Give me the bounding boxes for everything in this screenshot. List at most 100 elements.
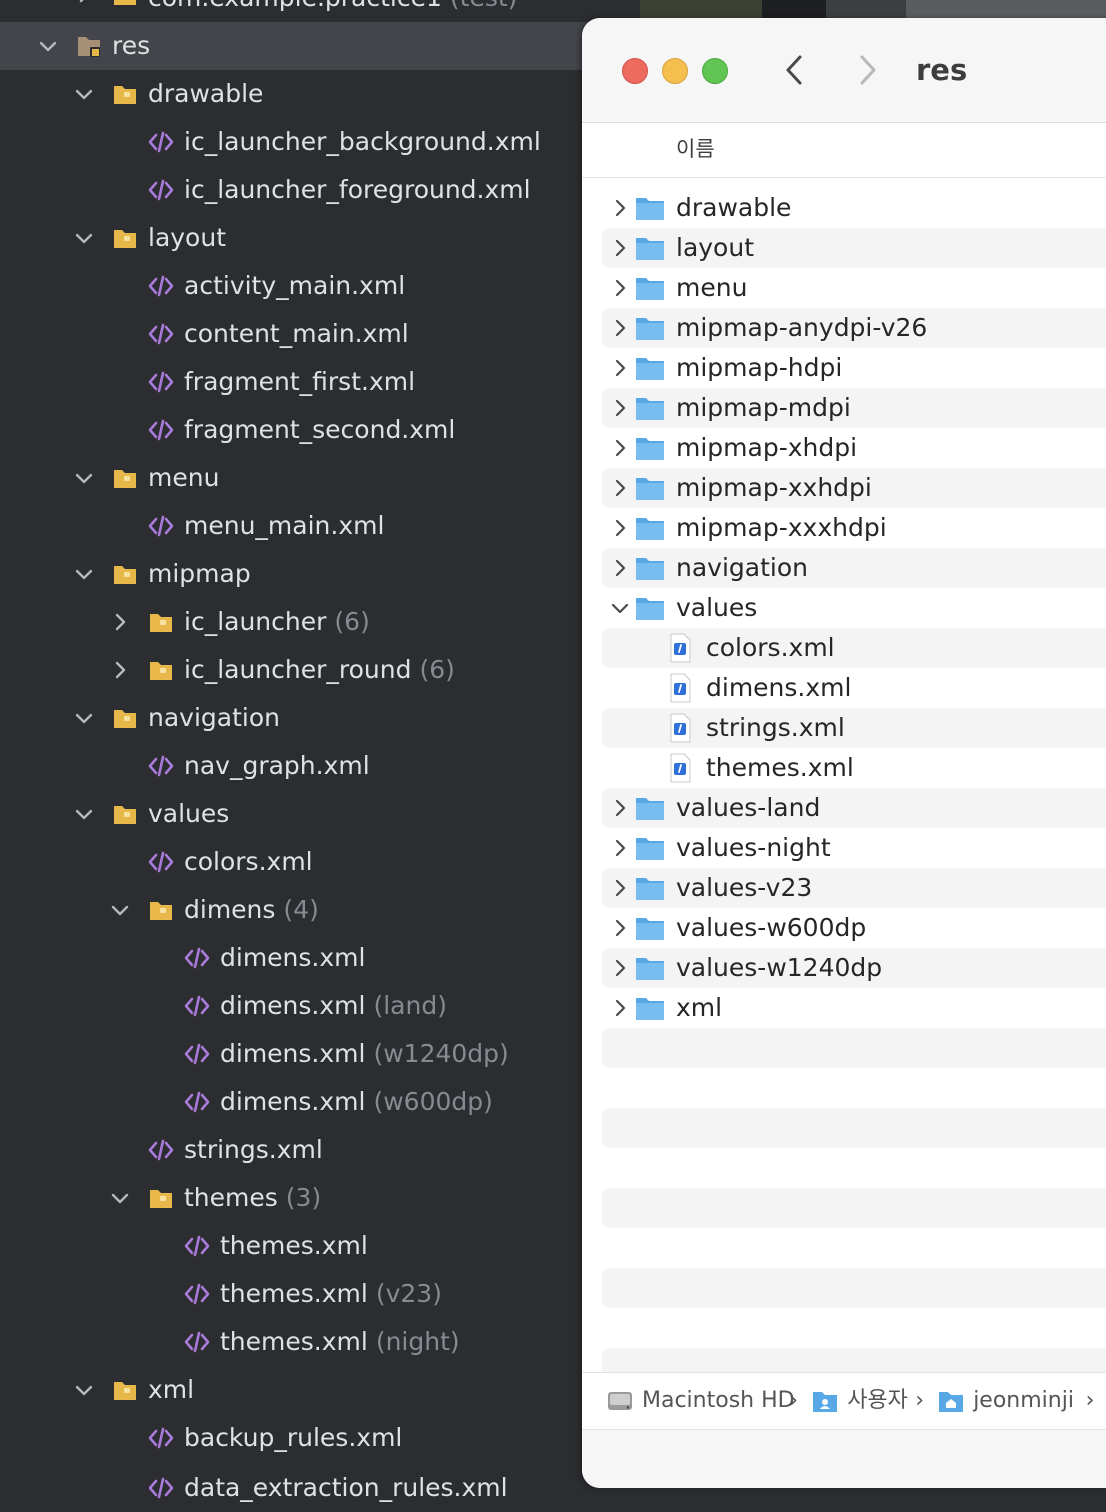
chevron-down-icon[interactable] — [72, 226, 96, 250]
chevron-right-icon[interactable] — [608, 236, 632, 260]
finder-folder-row[interactable]: values-land — [602, 788, 1106, 828]
chevron-right-icon[interactable] — [608, 836, 632, 860]
chevron-down-icon[interactable] — [608, 596, 632, 620]
tree-item-file[interactable]: dimens.xml (land) — [0, 982, 640, 1030]
tree-item-folder[interactable]: values — [0, 790, 640, 838]
zoom-window-button[interactable] — [702, 58, 728, 84]
chevron-down-icon[interactable] — [72, 562, 96, 586]
finder-item-label: dimens.xml — [706, 673, 852, 702]
chevron-right-icon[interactable] — [608, 876, 632, 900]
path-crumb[interactable]: 사용자 — [847, 1385, 908, 1417]
chevron-down-icon[interactable] — [108, 1186, 132, 1210]
tree-item-suffix: (land) — [373, 991, 447, 1020]
chevron-right-icon[interactable] — [108, 658, 132, 682]
path-crumb[interactable]: Macintosh HD — [642, 1385, 795, 1417]
tree-item-file[interactable]: menu_main.xml — [0, 502, 640, 550]
tree-item-file[interactable]: dimens.xml (w1240dp) — [0, 1030, 640, 1078]
chevron-right-icon[interactable] — [608, 476, 632, 500]
finder-folder-row[interactable]: menu — [602, 268, 1106, 308]
tree-item-file[interactable]: fragment_second.xml — [0, 406, 640, 454]
chevron-right-icon[interactable] — [608, 996, 632, 1020]
chevron-right-icon[interactable] — [608, 916, 632, 940]
chevron-down-icon[interactable] — [72, 82, 96, 106]
tree-item-folder[interactable]: themes (3) — [0, 1174, 640, 1222]
tree-item-file[interactable]: content_main.xml — [0, 310, 640, 358]
chevron-right-icon[interactable] — [608, 556, 632, 580]
tree-item-folder[interactable]: layout — [0, 214, 640, 262]
tree-item-file[interactable]: activity_main.xml — [0, 262, 640, 310]
finder-folder-row[interactable]: mipmap-mdpi — [602, 388, 1106, 428]
chevron-right-icon[interactable] — [608, 196, 632, 220]
tree-item-folder[interactable]: mipmap — [0, 550, 640, 598]
tree-item-folder[interactable]: menu — [0, 454, 640, 502]
finder-folder-row[interactable]: mipmap-anydpi-v26 — [602, 308, 1106, 348]
finder-folder-row[interactable]: values — [602, 588, 1106, 628]
chevron-right-icon[interactable] — [608, 356, 632, 380]
chevron-right-icon[interactable] — [608, 316, 632, 340]
finder-folder-row[interactable]: mipmap-hdpi — [602, 348, 1106, 388]
back-button[interactable] — [780, 52, 810, 88]
chevron-down-icon[interactable] — [72, 466, 96, 490]
finder-folder-row[interactable]: layout — [602, 228, 1106, 268]
tree-item-file[interactable]: ic_launcher_foreground.xml — [0, 166, 640, 214]
finder-item-label: layout — [676, 233, 755, 262]
column-header-name[interactable]: 이름 — [582, 123, 1106, 178]
finder-file-row[interactable]: dimens.xml — [602, 668, 1106, 708]
finder-folder-row[interactable]: values-night — [602, 828, 1106, 868]
path-crumb[interactable]: jeonminji — [973, 1385, 1074, 1417]
xml-file-icon — [184, 1233, 210, 1259]
chevron-down-icon[interactable] — [72, 1378, 96, 1402]
tree-item-label: fragment_second.xml — [184, 415, 456, 444]
finder-folder-row[interactable]: mipmap-xxxhdpi — [602, 508, 1106, 548]
tree-item-file[interactable]: ic_launcher_background.xml — [0, 118, 640, 166]
finder-folder-row[interactable]: values-w600dp — [602, 908, 1106, 948]
chevron-right-icon[interactable] — [608, 276, 632, 300]
chevron-down-icon[interactable] — [72, 802, 96, 826]
tree-item-folder[interactable]: res — [0, 22, 640, 70]
tree-item-file[interactable]: themes.xml (v23) — [0, 1270, 640, 1318]
tree-item-file[interactable]: fragment_first.xml — [0, 358, 640, 406]
tree-item-file[interactable]: strings.xml — [0, 1126, 640, 1174]
tree-item-file[interactable]: backup_rules.xml — [0, 1414, 640, 1462]
tree-item-partial-top[interactable]: com.example.practice1 (test) — [0, 0, 640, 20]
tree-item-folder[interactable]: dimens (4) — [0, 886, 640, 934]
tree-item-folder[interactable]: ic_launcher (6) — [0, 598, 640, 646]
chevron-down-icon[interactable] — [108, 898, 132, 922]
tree-item-folder[interactable]: ic_launcher_round (6) — [0, 646, 640, 694]
tree-item-file[interactable]: dimens.xml — [0, 934, 640, 982]
tree-item-folder[interactable]: drawable — [0, 70, 640, 118]
chevron-right-icon[interactable] — [608, 436, 632, 460]
tree-item-file[interactable]: nav_graph.xml — [0, 742, 640, 790]
forward-button[interactable] — [852, 52, 882, 88]
tree-item-partial-bottom[interactable]: data_extraction_rules.xml — [0, 1464, 640, 1512]
finder-file-row[interactable]: strings.xml — [602, 708, 1106, 748]
finder-folder-row[interactable]: navigation — [602, 548, 1106, 588]
minimize-window-button[interactable] — [662, 58, 688, 84]
tree-item-folder[interactable]: xml — [0, 1366, 640, 1414]
finder-folder-row[interactable]: values-v23 — [602, 868, 1106, 908]
folder-icon — [112, 81, 138, 107]
chevron-right-icon[interactable] — [608, 516, 632, 540]
tree-item-file[interactable]: themes.xml (night) — [0, 1318, 640, 1366]
chevron-right-icon[interactable] — [608, 396, 632, 420]
chevron-right-icon[interactable] — [608, 796, 632, 820]
finder-file-row[interactable]: colors.xml — [602, 628, 1106, 668]
chevron-down-icon[interactable] — [36, 34, 60, 58]
tree-item-file[interactable]: colors.xml — [0, 838, 640, 886]
finder-file-row[interactable]: themes.xml — [602, 748, 1106, 788]
close-window-button[interactable] — [622, 58, 648, 84]
folder-icon — [634, 432, 666, 464]
finder-folder-row[interactable]: drawable — [602, 188, 1106, 228]
finder-folder-row[interactable]: xml — [602, 988, 1106, 1028]
finder-folder-row[interactable]: values-w1240dp — [602, 948, 1106, 988]
chevron-down-icon[interactable] — [72, 706, 96, 730]
chevron-right-icon[interactable] — [608, 956, 632, 980]
tree-item-file[interactable]: themes.xml — [0, 1222, 640, 1270]
tree-item-file[interactable]: dimens.xml (w600dp) — [0, 1078, 640, 1126]
chevron-right-icon[interactable] — [108, 610, 132, 634]
tree-item-folder[interactable]: navigation — [0, 694, 640, 742]
finder-folder-row[interactable]: mipmap-xxhdpi — [602, 468, 1106, 508]
finder-folder-row[interactable]: mipmap-xhdpi — [602, 428, 1106, 468]
chevron-right-icon[interactable] — [72, 0, 96, 6]
path-bar: Macintosh HD › 사용자 › jeonminji › — [582, 1372, 1106, 1429]
